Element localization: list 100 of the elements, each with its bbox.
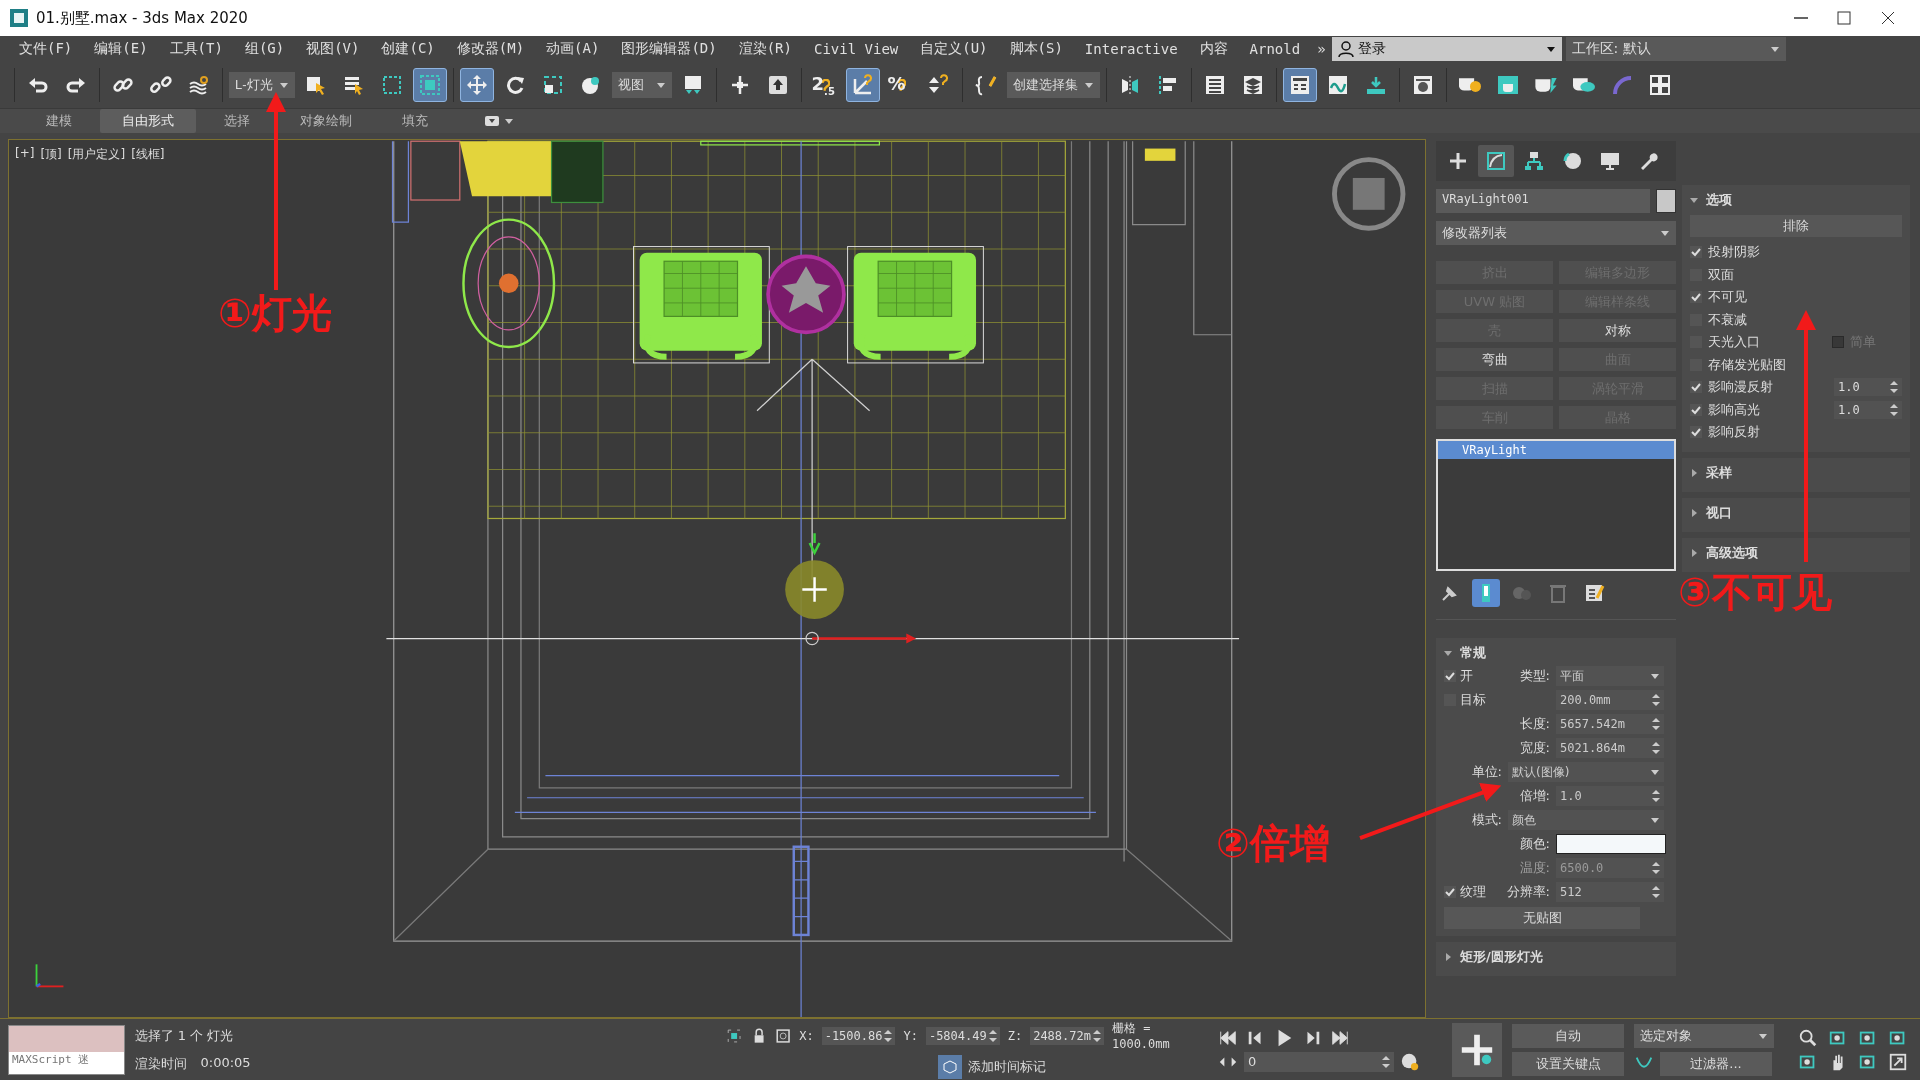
ribbon-tab[interactable]: 选择 [202,109,272,133]
light-gizmo-icon [785,531,844,619]
spinner-field[interactable]: 5021.864m [1556,738,1664,758]
object-color-swatch[interactable] [1656,189,1676,213]
menu-item[interactable]: 内容 [1188,40,1239,58]
caret-icon [1545,45,1556,53]
spinner-field[interactable]: 512 [1556,882,1664,902]
menu-item[interactable]: Arnold [1238,41,1312,57]
modifier-button[interactable]: 对称 [1559,319,1676,342]
move-icon [465,74,488,96]
checkbox-label: 纹理 [1460,883,1486,901]
checkbox[interactable] [1690,246,1702,259]
coordinate-field[interactable]: -1500.86 [821,1026,896,1045]
ribbon-tab[interactable]: 对象绘制 [278,109,374,133]
menu-item[interactable]: 创建(C) [370,40,446,58]
menu-item[interactable]: 视图(V) [295,40,371,58]
menu-item[interactable]: 编辑(E) [83,40,159,58]
rollout-header[interactable]: 常规 [1444,642,1668,664]
maxscript-listener[interactable]: MAXScript 迷 [8,1024,125,1075]
sign-in-dropdown[interactable]: 登录 [1331,37,1562,61]
plus-icon [1447,150,1469,172]
field-label: 倍增: [1518,787,1550,805]
toolbar-dropdown[interactable]: 视图 [611,72,672,98]
ribbon-toggle[interactable] [484,115,514,127]
panel-tab[interactable] [1478,145,1514,177]
caret-icon [1650,768,1660,776]
spinner-field[interactable]: 1.0 [1556,786,1664,806]
dropdown[interactable]: 平面 [1556,666,1664,686]
coordinate-field[interactable]: -5804.49 [925,1026,1000,1045]
menu-item[interactable]: 渲染(R) [727,40,803,58]
time-tag-button[interactable] [938,1055,962,1079]
ribbon-tab[interactable]: 建模 [24,109,94,133]
zoom-icon [1798,1027,1818,1048]
spinner-field[interactable]: 5657.542m [1556,714,1664,734]
toolbar-button[interactable] [1282,68,1317,102]
viewport-label[interactable]: [顶] [40,146,62,163]
ribbon-tab[interactable]: 填充 [380,109,450,133]
menu-item[interactable]: Civil View [802,41,910,57]
close-icon [1880,10,1896,26]
dropdown[interactable]: 颜色 [1508,810,1664,830]
stack-item[interactable]: VRayLight [1438,441,1674,459]
checkbox[interactable] [1690,291,1702,304]
spinner-field[interactable]: 200.0mm [1556,690,1664,710]
spinner-field[interactable]: 1.0 [1834,378,1902,397]
viewport-label[interactable]: [线框] [131,146,165,163]
checkbox[interactable] [1832,336,1844,349]
spinner-arrows-icon [1890,403,1898,416]
modifier-list-dropdown[interactable]: 修改器列表 [1436,221,1676,245]
auto-key-button[interactable]: 自动 [1512,1023,1624,1048]
menu-item[interactable]: Interactive [1073,41,1189,57]
set-key-button[interactable] [1452,1022,1502,1077]
viewport-label[interactable]: [用户定义] [67,146,126,163]
checkbox[interactable] [1444,886,1456,898]
rollout-header[interactable]: 选项 [1690,189,1902,211]
workspace-dropdown[interactable]: 工作区: 默认 [1565,37,1786,61]
sphere-icon [579,74,602,96]
menu-item[interactable]: 动画(A) [535,40,611,58]
menu-item[interactable]: 图形编辑器(D) [610,40,728,58]
field-label: 温度: [1518,859,1550,877]
menu-item[interactable]: 脚本(S) [998,40,1074,58]
exclude-button[interactable]: 排除 [1690,215,1902,237]
viewport-label[interactable]: [+] [15,146,35,163]
stack-tool-button[interactable] [1472,579,1500,607]
color-swatch[interactable] [1556,834,1666,854]
checkbox[interactable] [1690,381,1702,394]
set-key-mode-button[interactable]: 设置关键点 [1512,1051,1624,1076]
annotation-label: ③不可见 [1678,572,1832,612]
frame-field[interactable]: 0 [1244,1051,1394,1072]
no-map-button[interactable]: 无贴图 [1444,907,1640,929]
toolbar-button[interactable] [845,68,880,102]
toolbar-button[interactable]: 2$_{.5}$ [807,68,842,102]
ribbon-tab[interactable]: 自由形式 [100,109,196,133]
menu-overflow[interactable]: » [1317,41,1326,57]
toolbar-button[interactable] [459,68,494,102]
check-icon [1691,427,1701,438]
checkbox-label: 天光入口 [1708,333,1761,352]
spinner-field[interactable]: 1.0 [1834,400,1902,419]
arc-icon [1610,74,1633,96]
checkbox-label: 不衰减 [1708,310,1748,329]
toolbar-dropdown[interactable]: 创建选择集 [1006,72,1100,98]
menu-item[interactable]: 修改器(M) [445,40,536,58]
menu-item[interactable]: 组(G) [233,40,296,58]
coordinate-field[interactable]: 2488.72m [1030,1026,1104,1045]
modifier-button[interactable]: 弯曲 [1436,348,1553,371]
key-filter-dropdown[interactable]: 选定对象 [1634,1023,1774,1048]
status-prompt: 选择了 1 个 灯光 [134,1026,235,1045]
checkbox[interactable] [1690,426,1702,439]
filters-button[interactable]: 过滤器... [1660,1051,1772,1076]
menu-item[interactable]: 自定义(U) [909,40,999,58]
maximize-viewport-icon [1888,1051,1908,1072]
menu-item[interactable]: 文件(F) [8,40,84,58]
checkbox[interactable] [1690,403,1702,416]
menu-item[interactable]: 工具(T) [158,40,234,58]
curve-modify-icon [1485,150,1507,172]
dropdown[interactable]: 默认(图像) [1508,762,1664,782]
spinner-arrows-icon [884,1029,893,1042]
checkbox[interactable] [1444,670,1456,682]
toolbar-button[interactable] [412,68,447,102]
object-name-field[interactable]: VRayLight001 [1436,189,1650,213]
toolbar-dropdown[interactable]: L-灯光 [229,72,295,98]
